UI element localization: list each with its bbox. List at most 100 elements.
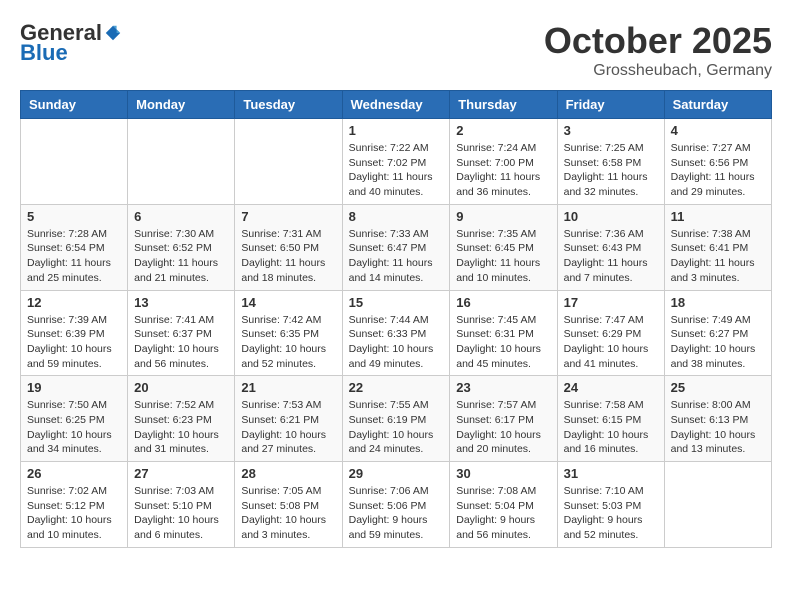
calendar-cell	[21, 119, 128, 205]
day-number: 23	[456, 380, 550, 395]
day-info: Sunrise: 7:45 AM Sunset: 6:31 PM Dayligh…	[456, 313, 550, 372]
month-title: October 2025	[544, 20, 772, 62]
day-info: Sunrise: 7:47 AM Sunset: 6:29 PM Dayligh…	[564, 313, 658, 372]
calendar-cell: 10 Sunrise: 7:36 AM Sunset: 6:43 PM Dayli…	[557, 204, 664, 290]
calendar-cell: 24 Sunrise: 7:58 AM Sunset: 6:15 PM Dayli…	[557, 376, 664, 462]
day-number: 10	[564, 209, 658, 224]
calendar-header-wednesday: Wednesday	[342, 91, 450, 119]
calendar-cell: 14 Sunrise: 7:42 AM Sunset: 6:35 PM Dayli…	[235, 290, 342, 376]
day-number: 2	[456, 123, 550, 138]
logo-icon	[104, 24, 122, 42]
day-info: Sunrise: 7:06 AM Sunset: 5:06 PM Dayligh…	[349, 484, 444, 543]
day-number: 19	[27, 380, 121, 395]
calendar-header-monday: Monday	[128, 91, 235, 119]
day-info: Sunrise: 7:33 AM Sunset: 6:47 PM Dayligh…	[349, 227, 444, 286]
logo-blue: Blue	[20, 40, 68, 66]
calendar-cell: 12 Sunrise: 7:39 AM Sunset: 6:39 PM Dayli…	[21, 290, 128, 376]
calendar-cell: 19Sunrise: 7:50 AM Sunset: 6:25 PM Dayli…	[21, 376, 128, 462]
calendar-week-5: 26Sunrise: 7:02 AM Sunset: 5:12 PM Dayli…	[21, 462, 772, 548]
day-info: Sunrise: 7:52 AM Sunset: 6:23 PM Dayligh…	[134, 398, 228, 457]
day-info: Sunrise: 7:49 AM Sunset: 6:27 PM Dayligh…	[671, 313, 765, 372]
day-number: 11	[671, 209, 765, 224]
day-number: 7	[241, 209, 335, 224]
day-info: Sunrise: 7:53 AM Sunset: 6:21 PM Dayligh…	[241, 398, 335, 457]
calendar-cell: 25 Sunrise: 8:00 AM Sunset: 6:13 PM Dayli…	[664, 376, 771, 462]
day-number: 9	[456, 209, 550, 224]
calendar-cell: 3 Sunrise: 7:25 AM Sunset: 6:58 PM Daylig…	[557, 119, 664, 205]
day-number: 13	[134, 295, 228, 310]
calendar-cell: 1 Sunrise: 7:22 AM Sunset: 7:02 PM Daylig…	[342, 119, 450, 205]
calendar-cell: 11 Sunrise: 7:38 AM Sunset: 6:41 PM Dayli…	[664, 204, 771, 290]
day-number: 22	[349, 380, 444, 395]
day-number: 15	[349, 295, 444, 310]
calendar-cell	[235, 119, 342, 205]
calendar-week-4: 19Sunrise: 7:50 AM Sunset: 6:25 PM Dayli…	[21, 376, 772, 462]
day-info: Sunrise: 7:28 AM Sunset: 6:54 PM Dayligh…	[27, 227, 121, 286]
calendar-cell: 5 Sunrise: 7:28 AM Sunset: 6:54 PM Daylig…	[21, 204, 128, 290]
calendar-cell	[664, 462, 771, 548]
day-number: 6	[134, 209, 228, 224]
calendar-cell: 17Sunrise: 7:47 AM Sunset: 6:29 PM Dayli…	[557, 290, 664, 376]
day-info: Sunrise: 7:36 AM Sunset: 6:43 PM Dayligh…	[564, 227, 658, 286]
day-number: 1	[349, 123, 444, 138]
day-number: 8	[349, 209, 444, 224]
day-info: Sunrise: 7:38 AM Sunset: 6:41 PM Dayligh…	[671, 227, 765, 286]
calendar-header-tuesday: Tuesday	[235, 91, 342, 119]
day-number: 21	[241, 380, 335, 395]
day-info: Sunrise: 7:08 AM Sunset: 5:04 PM Dayligh…	[456, 484, 550, 543]
calendar-cell: 23 Sunrise: 7:57 AM Sunset: 6:17 PM Dayli…	[450, 376, 557, 462]
title-block: October 2025 Grossheubach, Germany	[544, 20, 772, 80]
day-number: 14	[241, 295, 335, 310]
day-info: Sunrise: 7:57 AM Sunset: 6:17 PM Dayligh…	[456, 398, 550, 457]
calendar-cell: 31Sunrise: 7:10 AM Sunset: 5:03 PM Dayli…	[557, 462, 664, 548]
calendar-cell: 6 Sunrise: 7:30 AM Sunset: 6:52 PM Daylig…	[128, 204, 235, 290]
calendar-cell: 30 Sunrise: 7:08 AM Sunset: 5:04 PM Dayli…	[450, 462, 557, 548]
day-info: Sunrise: 7:41 AM Sunset: 6:37 PM Dayligh…	[134, 313, 228, 372]
day-number: 16	[456, 295, 550, 310]
calendar-week-3: 12 Sunrise: 7:39 AM Sunset: 6:39 PM Dayli…	[21, 290, 772, 376]
day-info: Sunrise: 7:39 AM Sunset: 6:39 PM Dayligh…	[27, 313, 121, 372]
calendar-cell: 9 Sunrise: 7:35 AM Sunset: 6:45 PM Daylig…	[450, 204, 557, 290]
day-info: Sunrise: 7:31 AM Sunset: 6:50 PM Dayligh…	[241, 227, 335, 286]
day-info: Sunrise: 8:00 AM Sunset: 6:13 PM Dayligh…	[671, 398, 765, 457]
day-number: 5	[27, 209, 121, 224]
day-number: 25	[671, 380, 765, 395]
calendar-table: SundayMondayTuesdayWednesdayThursdayFrid…	[20, 90, 772, 548]
calendar-cell: 4 Sunrise: 7:27 AM Sunset: 6:56 PM Daylig…	[664, 119, 771, 205]
day-number: 20	[134, 380, 228, 395]
calendar-cell: 18 Sunrise: 7:49 AM Sunset: 6:27 PM Dayli…	[664, 290, 771, 376]
day-number: 18	[671, 295, 765, 310]
day-number: 12	[27, 295, 121, 310]
day-number: 4	[671, 123, 765, 138]
calendar-cell: 27 Sunrise: 7:03 AM Sunset: 5:10 PM Dayli…	[128, 462, 235, 548]
calendar-header-thursday: Thursday	[450, 91, 557, 119]
logo: General Blue	[20, 20, 122, 66]
calendar-header-saturday: Saturday	[664, 91, 771, 119]
day-number: 24	[564, 380, 658, 395]
calendar-header-sunday: Sunday	[21, 91, 128, 119]
day-info: Sunrise: 7:30 AM Sunset: 6:52 PM Dayligh…	[134, 227, 228, 286]
calendar-cell: 15Sunrise: 7:44 AM Sunset: 6:33 PM Dayli…	[342, 290, 450, 376]
calendar-cell: 13 Sunrise: 7:41 AM Sunset: 6:37 PM Dayli…	[128, 290, 235, 376]
location: Grossheubach, Germany	[544, 62, 772, 80]
day-number: 27	[134, 466, 228, 481]
calendar-cell: 20 Sunrise: 7:52 AM Sunset: 6:23 PM Dayli…	[128, 376, 235, 462]
day-info: Sunrise: 7:05 AM Sunset: 5:08 PM Dayligh…	[241, 484, 335, 543]
day-info: Sunrise: 7:42 AM Sunset: 6:35 PM Dayligh…	[241, 313, 335, 372]
calendar-cell: 2 Sunrise: 7:24 AM Sunset: 7:00 PM Daylig…	[450, 119, 557, 205]
calendar-header-friday: Friday	[557, 91, 664, 119]
calendar-header-row: SundayMondayTuesdayWednesdayThursdayFrid…	[21, 91, 772, 119]
calendar-week-1: 1 Sunrise: 7:22 AM Sunset: 7:02 PM Daylig…	[21, 119, 772, 205]
day-info: Sunrise: 7:03 AM Sunset: 5:10 PM Dayligh…	[134, 484, 228, 543]
calendar-cell: 8 Sunrise: 7:33 AM Sunset: 6:47 PM Daylig…	[342, 204, 450, 290]
day-info: Sunrise: 7:24 AM Sunset: 7:00 PM Dayligh…	[456, 141, 550, 200]
day-info: Sunrise: 7:35 AM Sunset: 6:45 PM Dayligh…	[456, 227, 550, 286]
day-info: Sunrise: 7:22 AM Sunset: 7:02 PM Dayligh…	[349, 141, 444, 200]
day-info: Sunrise: 7:27 AM Sunset: 6:56 PM Dayligh…	[671, 141, 765, 200]
day-info: Sunrise: 7:25 AM Sunset: 6:58 PM Dayligh…	[564, 141, 658, 200]
day-number: 31	[564, 466, 658, 481]
day-number: 3	[564, 123, 658, 138]
day-number: 30	[456, 466, 550, 481]
day-info: Sunrise: 7:58 AM Sunset: 6:15 PM Dayligh…	[564, 398, 658, 457]
calendar-cell: 28Sunrise: 7:05 AM Sunset: 5:08 PM Dayli…	[235, 462, 342, 548]
